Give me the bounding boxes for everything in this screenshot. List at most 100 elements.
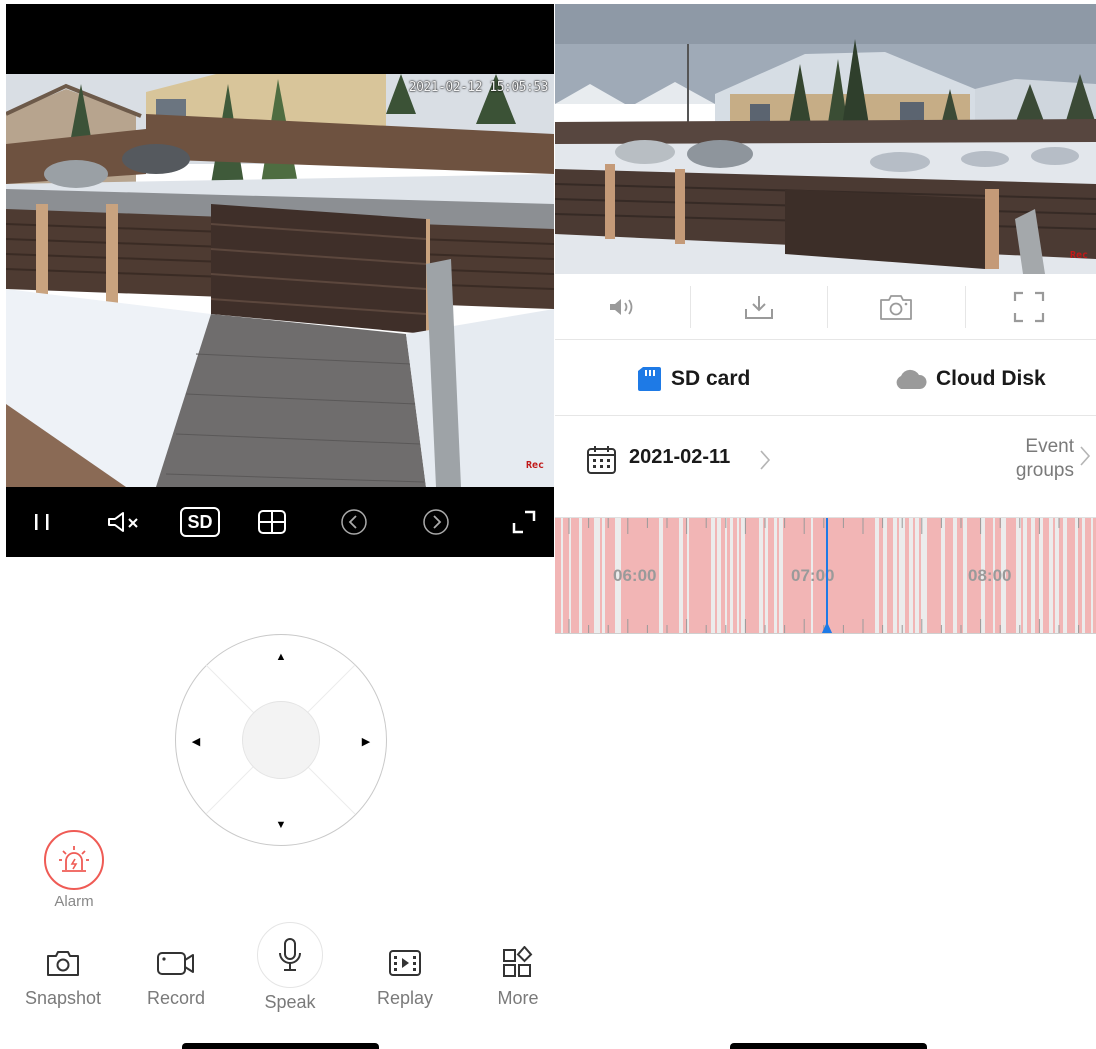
chevron-right-icon <box>1080 446 1091 466</box>
cloud-disk-tab[interactable]: Cloud Disk <box>892 341 1046 416</box>
timeline-event-block <box>879 518 883 633</box>
fullscreen-button[interactable] <box>961 274 1096 340</box>
video-camera-icon <box>157 952 194 975</box>
timeline-event-block <box>733 518 737 633</box>
timeline-event-block <box>919 518 921 633</box>
timeline-event-block <box>1078 518 1082 633</box>
volume-icon <box>609 299 632 315</box>
timeline-event-block <box>905 518 909 633</box>
previous-camera-button[interactable] <box>332 487 376 557</box>
date-selector[interactable]: 2021-02-11 <box>629 446 730 469</box>
live-camera-feed[interactable]: 2021-02-12 15:05:53 Rec <box>6 74 554 487</box>
next-camera-button[interactable] <box>414 487 458 557</box>
more-label: More <box>497 988 539 1008</box>
camera-image <box>6 74 554 487</box>
timeline-event-block <box>721 518 725 633</box>
playback-timeline[interactable]: 06:00 07:00 08:00 <box>555 517 1096 634</box>
timeline-event-block <box>768 518 774 633</box>
timeline-event-block <box>1059 518 1063 633</box>
speak-circle[interactable] <box>257 922 323 988</box>
playback-image <box>555 4 1096 274</box>
osd-rec-indicator: Rec <box>526 460 545 471</box>
playback-rec-indicator: Rec <box>1070 250 1089 261</box>
quality-button[interactable]: SD <box>178 487 222 557</box>
pause-button[interactable] <box>20 487 64 557</box>
download-button[interactable] <box>691 274 826 340</box>
chevron-left-circle-icon <box>341 509 367 535</box>
siren-icon <box>59 846 89 872</box>
timeline-event-block <box>745 518 759 633</box>
timeline-event-block <box>715 518 717 633</box>
ptz-left-button[interactable]: ◀ <box>176 721 216 761</box>
timeline-event-block <box>763 518 765 633</box>
timeline-event-block <box>1053 518 1055 633</box>
film-play-icon <box>389 950 421 976</box>
screenshot-button[interactable] <box>828 274 963 340</box>
timeline-event-block <box>1035 518 1039 633</box>
calendar-icon[interactable] <box>586 444 618 476</box>
ptz-down-button[interactable]: ▼ <box>261 805 301 845</box>
alarm-button[interactable] <box>44 830 104 890</box>
timeline-event-block <box>689 518 711 633</box>
timeline-event-block <box>913 518 915 633</box>
timeline-event-block <box>563 518 569 633</box>
timeline-event-block <box>945 518 953 633</box>
timeline-event-block <box>1085 518 1091 633</box>
event-groups-button[interactable]: Event groups <box>974 435 1074 483</box>
speak-label: Speak <box>264 992 316 1012</box>
record-label: Record <box>146 988 206 1008</box>
record-button[interactable]: Record <box>121 938 231 1009</box>
timeline-label: 06:00 <box>613 566 657 585</box>
live-view-panel: 2021-02-12 15:05:53 Rec SD ▲ ▼ ◀ ▶ Alarm… <box>0 0 555 1049</box>
timeline-event-block <box>887 518 893 633</box>
timeline-event-block <box>1043 518 1049 633</box>
replay-button[interactable]: Replay <box>350 938 460 1009</box>
snapshot-button[interactable]: Snapshot <box>8 938 118 1009</box>
home-indicator <box>182 1043 379 1049</box>
sd-card-tab[interactable]: SD card <box>635 341 750 416</box>
replay-label: Replay <box>376 988 434 1008</box>
timeline-event-block <box>600 518 602 633</box>
sd-card-label: SD card <box>671 366 751 390</box>
status-bar <box>6 4 554 74</box>
arrow-up-icon: ▲ <box>275 651 287 663</box>
camera-icon <box>879 295 912 320</box>
timeline-event-block <box>1067 518 1075 633</box>
timeline-cursor[interactable] <box>817 518 837 634</box>
ptz-center[interactable] <box>242 701 320 779</box>
playback-video[interactable]: Rec <box>555 4 1096 274</box>
sd-card-icon <box>638 366 661 391</box>
multiview-button[interactable] <box>250 487 294 557</box>
camera-icon <box>47 951 79 976</box>
speak-button[interactable]: Speak <box>235 922 345 1013</box>
ptz-up-button[interactable]: ▲ <box>261 637 301 677</box>
arrow-right-icon: ▶ <box>361 735 371 748</box>
timeline-event-block <box>897 518 899 633</box>
ptz-joystick[interactable]: ▲ ▼ ◀ ▶ <box>175 634 387 846</box>
grid-icon <box>258 510 286 534</box>
timeline-event-block <box>663 518 679 633</box>
timeline-event-block <box>571 518 579 633</box>
timeline-label: 08:00 <box>968 566 1012 585</box>
mute-button[interactable] <box>102 487 146 557</box>
volume-button[interactable] <box>555 274 690 340</box>
fullscreen-button[interactable] <box>502 487 546 557</box>
arrow-left-icon: ◀ <box>191 735 201 748</box>
chevron-right-icon[interactable] <box>758 449 772 471</box>
timeline-event-block <box>927 518 941 633</box>
date-value: 2021-02-11 <box>629 446 731 468</box>
arrow-down-icon: ▼ <box>275 819 287 831</box>
download-icon <box>744 296 773 319</box>
speaker-muted-icon <box>108 512 138 532</box>
storage-selector: SD card Cloud Disk <box>555 341 1096 416</box>
playback-panel: Rec SD card Cloud Disk 2021-02-11 Event … <box>555 0 1096 1049</box>
chevron-right-circle-icon <box>423 509 449 535</box>
expand-icon <box>512 510 536 534</box>
pause-icon <box>35 514 49 530</box>
quality-label: SD <box>180 507 220 537</box>
ptz-right-button[interactable]: ▶ <box>346 721 386 761</box>
cloud-icon <box>896 369 927 389</box>
osd-timestamp: 2021-02-12 15:05:53 <box>408 80 549 95</box>
microphone-icon <box>279 938 301 971</box>
alarm-label: Alarm <box>54 893 94 910</box>
